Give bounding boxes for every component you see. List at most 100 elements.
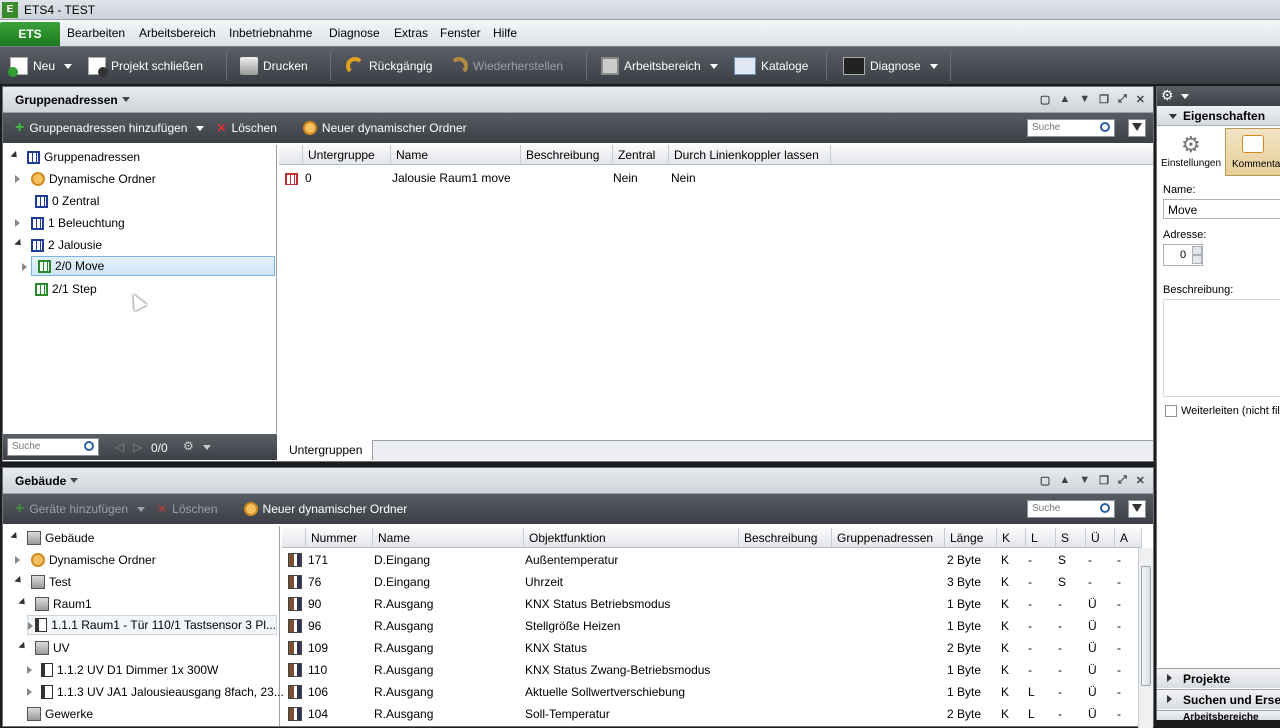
column-beschreibung[interactable]: Beschreibung: [521, 145, 613, 165]
chevron-down-icon[interactable]: [121, 97, 130, 102]
suchen-ersetzen-section[interactable]: Suchen und Erset: [1157, 689, 1280, 709]
stepper-down-icon[interactable]: [1192, 255, 1202, 264]
column-gruppenadressen[interactable]: Gruppenadressen: [832, 528, 945, 548]
drucken-button[interactable]: Drucken: [240, 47, 308, 85]
table-row[interactable]: 76 D.Eingang Uhrzeit 3 Byte K - S - -: [282, 571, 1138, 593]
chevron-down-icon[interactable]: [1169, 114, 1177, 119]
column-laenge[interactable]: Länge: [945, 528, 997, 548]
column-name[interactable]: Name: [391, 145, 521, 165]
chevron-down-icon[interactable]: [70, 478, 79, 483]
gear-icon[interactable]: ⚙: [183, 439, 194, 453]
table-row[interactable]: 171 D.Eingang Außentemperatur 2 Byte K - S - -: [282, 549, 1138, 571]
menu-arbeitsbereich[interactable]: Arbeitsbereich: [139, 26, 216, 40]
menu-inbetriebnahme[interactable]: Inbetriebnahme: [229, 26, 312, 40]
menu-hilfe[interactable]: Hilfe: [493, 26, 517, 40]
restore-icon[interactable]: ▢: [1040, 474, 1050, 487]
search-input[interactable]: Suche: [1027, 119, 1115, 137]
tab-untergruppen[interactable]: Untergruppen: [279, 440, 374, 460]
kataloge-button[interactable]: Kataloge: [734, 47, 808, 85]
vertical-scrollbar[interactable]: [1138, 548, 1153, 728]
tree-item-dynamische-ordner[interactable]: Dynamische Ordner: [15, 169, 156, 189]
menu-diagnose[interactable]: Diagnose: [329, 26, 380, 40]
tree-item-dynamische-ordner[interactable]: Dynamische Ordner: [15, 550, 156, 570]
tree-search-input[interactable]: Suche: [7, 438, 99, 456]
expander-closed-icon[interactable]: [15, 556, 20, 564]
column-beschreibung[interactable]: Beschreibung: [739, 528, 832, 548]
table-row[interactable]: 110 R.Ausgang KNX Status Zwang-Betriebsmod…: [282, 659, 1138, 681]
arbeitsbereich-button[interactable]: Arbeitsbereich: [601, 47, 718, 85]
rueckgaengig-button[interactable]: Rückgängig: [346, 47, 432, 85]
menu-extras[interactable]: Extras: [394, 26, 428, 40]
tree-item-2-jalousie[interactable]: 2 Jalousie: [14, 235, 102, 255]
column-objektfunktion[interactable]: Objektfunktion: [524, 528, 739, 548]
neuer-dynamischer-ordner-button[interactable]: Neuer dynamischer Ordner: [243, 502, 407, 516]
float-icon[interactable]: ❐: [1099, 93, 1109, 106]
expander-open-icon[interactable]: [18, 597, 28, 608]
expander-closed-icon[interactable]: [22, 263, 27, 271]
column-nummer[interactable]: Nummer: [306, 528, 373, 548]
projekte-section[interactable]: Projekte: [1157, 668, 1280, 688]
tree-item-0-zentral[interactable]: 0 Zentral: [15, 191, 99, 211]
tree-item-gewerke[interactable]: Gewerke: [27, 704, 93, 724]
column-zentral[interactable]: Zentral: [613, 145, 669, 165]
adresse-stepper[interactable]: 0: [1163, 244, 1203, 266]
expander-closed-icon[interactable]: [15, 219, 20, 227]
loeschen-button[interactable]: ✕ Löschen: [157, 502, 217, 516]
maximize-icon[interactable]: ⤢: [1118, 93, 1127, 106]
gear-icon[interactable]: ⚙: [1161, 87, 1174, 104]
table-row[interactable]: 96 R.Ausgang Stellgröße Heizen 1 Byte K - - Ü -: [282, 615, 1138, 637]
search-input[interactable]: Suche: [1027, 500, 1115, 518]
float-icon[interactable]: ❐: [1099, 474, 1109, 487]
tree-item-uv[interactable]: UV: [18, 638, 70, 658]
expander-open-icon[interactable]: [10, 531, 20, 542]
close-icon[interactable]: ✕: [1136, 93, 1145, 106]
tree-item-device-1-1-3[interactable]: 1.1.3 UV JA1 Jalousieausgang 8fach, 23..…: [27, 682, 284, 702]
neu-button[interactable]: Neu: [8, 47, 73, 85]
tab-einstellungen[interactable]: ⚙ Einstellungen: [1159, 128, 1223, 176]
expander-closed-icon[interactable]: [27, 666, 32, 674]
table-row[interactable]: 106 R.Ausgang Aktuelle Sollwertverschiebun…: [282, 681, 1138, 703]
tree-item-gebaeude[interactable]: Gebäude: [10, 528, 94, 548]
filter-icon[interactable]: [1128, 500, 1146, 518]
table-row[interactable]: 104 R.Ausgang Soll-Temperatur 2 Byte K L - Ü -: [282, 703, 1138, 725]
expander-open-icon[interactable]: [14, 238, 24, 249]
name-field[interactable]: Move: [1163, 199, 1280, 219]
expander-open-icon[interactable]: [18, 641, 28, 652]
menu-bearbeiten[interactable]: Bearbeiten: [67, 26, 125, 40]
tree-item-test[interactable]: Test: [14, 572, 71, 592]
tree-item-2-0-move[interactable]: 2/0 Move: [22, 256, 275, 276]
stepper-up-icon[interactable]: [1192, 246, 1202, 255]
expander-closed-icon[interactable]: [27, 688, 32, 696]
loeschen-button[interactable]: ✕ Löschen: [216, 121, 276, 135]
column-k[interactable]: K: [997, 528, 1026, 548]
table-row[interactable]: 0 Jalousie Raum1 move Nein Nein: [279, 167, 1153, 189]
chevron-down-icon[interactable]: [203, 445, 211, 450]
expander-open-icon[interactable]: [14, 575, 24, 586]
expander-closed-icon[interactable]: [28, 622, 33, 630]
geraete-hinzufuegen-button[interactable]: + Geräte hinzufügen: [15, 500, 146, 518]
menu-fenster[interactable]: Fenster: [440, 26, 481, 40]
gruppenadressen-hinzufuegen-button[interactable]: + Gruppenadressen hinzufügen: [15, 119, 205, 137]
maximize-icon[interactable]: ⤢: [1118, 474, 1127, 487]
close-icon[interactable]: ✕: [1136, 474, 1145, 487]
column-name[interactable]: Name: [373, 528, 524, 548]
restore-icon[interactable]: ▢: [1040, 93, 1050, 106]
tab-kommentar[interactable]: Kommenta: [1225, 128, 1280, 176]
tree-item-device-1-1-1[interactable]: 1.1.1 Raum1 - Tür 110/1 Tastsensor 3 Pl.…: [27, 615, 277, 635]
expander-open-icon[interactable]: [10, 150, 20, 161]
column-u[interactable]: Ü: [1086, 528, 1115, 548]
column-l[interactable]: L: [1026, 528, 1056, 548]
projekt-schliessen-button[interactable]: Projekt schließen: [88, 47, 203, 85]
move-down-icon[interactable]: ▼: [1079, 474, 1090, 487]
tree-item-1-beleuchtung[interactable]: 1 Beleuchtung: [15, 213, 125, 233]
column-a[interactable]: A: [1115, 528, 1142, 548]
move-up-icon[interactable]: ▲: [1059, 474, 1070, 487]
tree-item-gruppenadressen[interactable]: Gruppenadressen: [10, 147, 140, 167]
move-up-icon[interactable]: ▲: [1059, 93, 1070, 106]
diagnose-button[interactable]: Diagnose: [843, 47, 938, 85]
move-down-icon[interactable]: ▼: [1079, 93, 1090, 106]
table-row[interactable]: 109 R.Ausgang KNX Status 2 Byte K - - Ü -: [282, 637, 1138, 659]
weiterleiten-checkbox[interactable]: [1165, 405, 1177, 417]
ets-menu-button[interactable]: ETS: [0, 22, 60, 46]
chevron-down-icon[interactable]: [1181, 94, 1189, 99]
